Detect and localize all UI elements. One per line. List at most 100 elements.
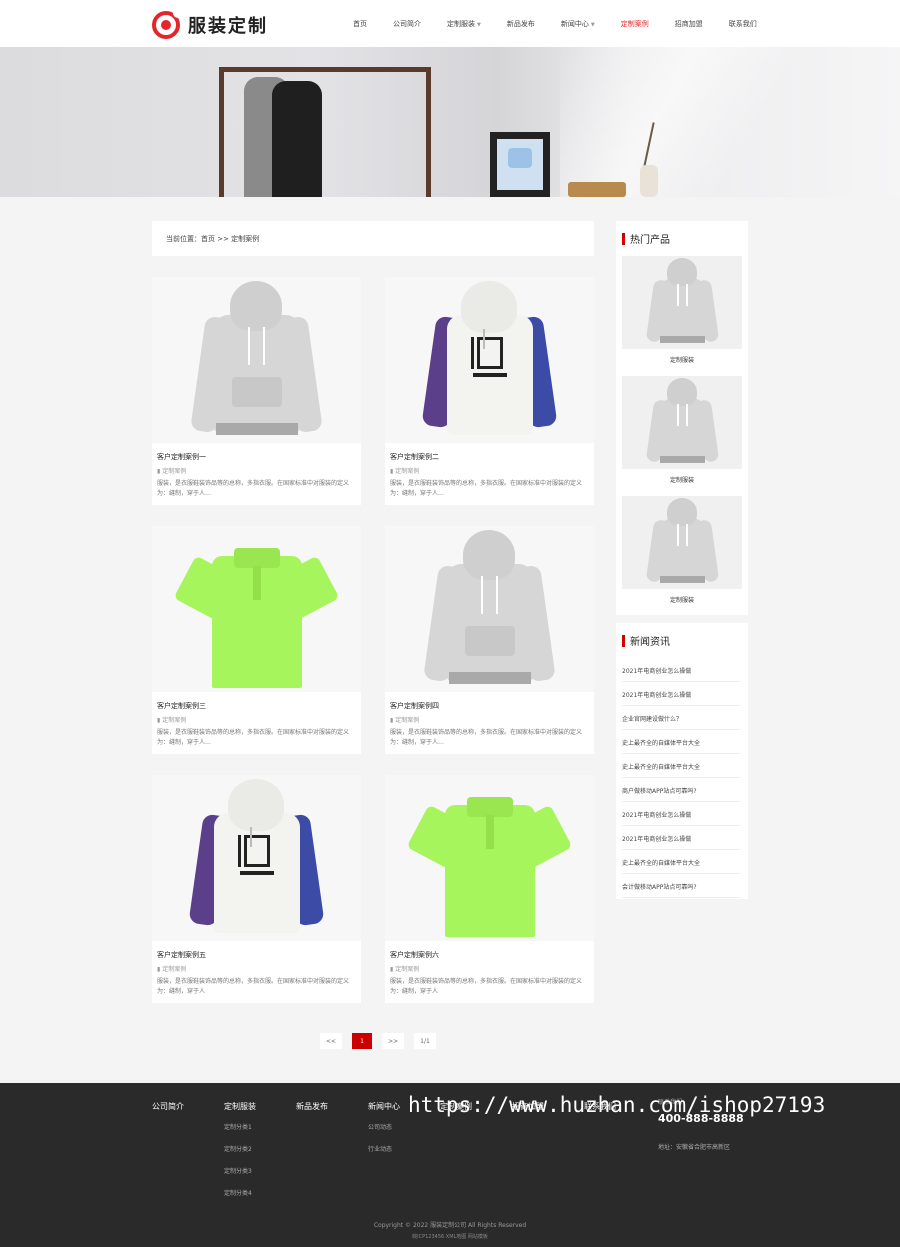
hot-product-image[interactable] — [622, 496, 742, 589]
footer-column: 新闻中心公司动态行业动态 — [368, 1101, 400, 1166]
pocket — [465, 626, 515, 656]
news-title: 新闻资讯 — [622, 633, 670, 648]
print-bar — [471, 337, 474, 369]
case-category: ▮ 定制案例 — [157, 715, 186, 724]
news-item[interactable]: 史上最齐全的自媒体平台大全 — [622, 858, 740, 874]
news-item[interactable]: 商户做移动APP站点可靠吗? — [622, 786, 740, 802]
case-image[interactable] — [385, 526, 594, 692]
hood — [667, 498, 697, 526]
footer-link[interactable]: 公司动态 — [368, 1122, 400, 1131]
footer-column-heading[interactable]: 定制服装 — [224, 1101, 256, 1112]
case-card[interactable]: 客户定制案例五 ▮ 定制案例 服装，是衣服鞋装饰品等的总称，多指衣服。在国家标准中对… — [152, 775, 361, 1003]
page-next-button[interactable]: >> — [382, 1033, 405, 1049]
footer-link[interactable]: 定制分类1 — [224, 1122, 256, 1131]
footer-link[interactable]: 定制分类3 — [224, 1166, 256, 1175]
print-text — [240, 871, 274, 875]
waistband — [660, 336, 705, 343]
news-item[interactable]: 2021年电商创业怎么操做 — [622, 666, 740, 682]
waistband — [660, 576, 705, 583]
chevron-down-icon: ▼ — [590, 21, 595, 28]
nav-item-franchise[interactable]: 招商加盟 — [675, 19, 703, 29]
footer-column: 定制服装定制分类1 定制分类2 定制分类3 定制分类4 — [224, 1101, 256, 1210]
footer-column-heading[interactable]: 公司简介 — [152, 1101, 184, 1112]
main-nav: 首页 公司简介 定制服装 ▼ 新品发布 新闻中心 ▼ 定制案例 招商加盟 联系我们 — [340, 0, 770, 47]
case-image[interactable] — [385, 775, 594, 941]
footer-link[interactable]: 定制分类2 — [224, 1144, 256, 1153]
drawstring — [250, 827, 252, 847]
case-card[interactable]: 客户定制案例六 ▮ 定制案例 服装，是衣服鞋装饰品等的总称，多指衣服。在国家标准中对… — [385, 775, 594, 1003]
drawstring — [677, 284, 679, 306]
news-item[interactable]: 2021年电商创业怎么操做 — [622, 810, 740, 826]
news-item[interactable]: 2021年电商创业怎么操做 — [622, 834, 740, 850]
case-title[interactable]: 客户定制案例二 — [390, 452, 439, 462]
case-description: 服装，是衣服鞋装饰品等的总称，多指衣服。在国家标准中对服装的定义为：缝制，穿于人… — [157, 729, 350, 746]
hoodie-body — [659, 518, 706, 582]
logo-text: 服装定制 — [188, 16, 268, 37]
case-title[interactable]: 客户定制案例四 — [390, 701, 439, 711]
pagination: << 1 >> 1/1 — [320, 1033, 446, 1049]
case-title[interactable]: 客户定制案例三 — [157, 701, 206, 711]
hood — [667, 378, 697, 406]
case-image[interactable] — [385, 277, 594, 443]
case-card[interactable]: 客户定制案例三 ▮ 定制案例服装，是衣服鞋装饰品等的总称，多指衣服。在国家标准中对… — [152, 526, 361, 754]
case-category-label: 定制案例 — [162, 468, 187, 475]
nav-item-cases[interactable]: 定制案例 — [621, 19, 649, 29]
nav-item-new-products[interactable]: 新品发布 — [507, 19, 535, 29]
pocket — [232, 377, 282, 407]
case-category-label: 定制案例 — [162, 717, 187, 724]
drawstring — [686, 524, 688, 546]
hood — [463, 530, 515, 580]
clothes-rack — [219, 67, 431, 72]
drawstring — [248, 327, 250, 365]
logo-icon — [152, 8, 183, 39]
rack-post — [219, 67, 224, 197]
footer-column-heading[interactable]: 新闻中心 — [368, 1101, 400, 1112]
drawstring — [263, 327, 265, 365]
page-current-button[interactable]: 1 — [352, 1033, 373, 1049]
waistband — [216, 423, 298, 435]
hood — [461, 281, 517, 333]
breadcrumb: 当前位置：首页 >> 定制案例 — [152, 221, 594, 256]
news-item[interactable]: 2021年电商创业怎么操做 — [622, 690, 740, 706]
nav-item-custom-clothing[interactable]: 定制服装 ▼ — [447, 19, 481, 29]
case-image[interactable] — [152, 775, 361, 941]
case-card[interactable]: 客户定制案例四 ▮ 定制案例 服装，是衣服鞋装饰品等的总称，多指衣服。在国家标准中对… — [385, 526, 594, 754]
hoodie-body — [659, 278, 706, 342]
news-item[interactable]: 会计做移动APP站点可靠吗? — [622, 882, 740, 898]
nav-item-about[interactable]: 公司简介 — [393, 19, 421, 29]
hot-product-label[interactable]: 定制服装 — [616, 595, 748, 604]
case-image[interactable] — [152, 526, 361, 692]
print-text — [473, 373, 507, 377]
nav-item-contact[interactable]: 联系我们 — [729, 19, 757, 29]
hot-product-image[interactable] — [622, 376, 742, 469]
nav-item-news[interactable]: 新闻中心 ▼ — [561, 19, 595, 29]
vase — [640, 165, 658, 197]
news-item[interactable]: 企业官网建设做什么？ — [622, 714, 740, 730]
case-category: ▮ 定制案例 — [157, 964, 186, 973]
print-logo — [244, 835, 270, 867]
news-item[interactable]: 史上最齐全的自媒体平台大全 — [622, 762, 740, 778]
news-item[interactable]: 史上最齐全的自媒体平台大全 — [622, 738, 740, 754]
footer-column-heading[interactable]: 新品发布 — [296, 1101, 328, 1112]
case-title[interactable]: 客户定制案例六 — [390, 950, 439, 960]
waistband — [660, 456, 705, 463]
case-card[interactable]: 客户定制案例一 ▮ 定制案例 服装，是衣服鞋装饰品等的总称，多指衣服。在国家标准中对… — [152, 277, 361, 505]
drawstring — [677, 404, 679, 426]
nav-item-label: 新闻中心 — [560, 19, 589, 28]
case-title[interactable]: 客户定制案例一 — [157, 452, 206, 462]
case-title[interactable]: 客户定制案例五 — [157, 950, 206, 960]
hot-product-image[interactable] — [622, 256, 742, 349]
case-card[interactable]: 客户定制案例二 ▮ 定制案例 服装，是衣服鞋装饰品等的总称，多指衣服。在国家标准中对… — [385, 277, 594, 505]
drawstring — [686, 404, 688, 426]
page-prev-button[interactable]: << — [320, 1033, 343, 1049]
case-image[interactable] — [152, 277, 361, 443]
breadcrumb-text: 当前位置：首页 >> 定制案例 — [166, 234, 260, 243]
footer-link[interactable]: 行业动态 — [368, 1144, 400, 1153]
basket — [568, 182, 626, 197]
hot-product-label[interactable]: 定制服装 — [616, 475, 748, 484]
chevron-down-icon: ▼ — [477, 21, 481, 28]
site-logo[interactable]: 服装定制 — [152, 8, 268, 40]
nav-item-home[interactable]: 首页 — [353, 19, 367, 29]
hot-product-label[interactable]: 定制服装 — [616, 355, 748, 364]
footer-link[interactable]: 定制分类4 — [224, 1188, 256, 1197]
